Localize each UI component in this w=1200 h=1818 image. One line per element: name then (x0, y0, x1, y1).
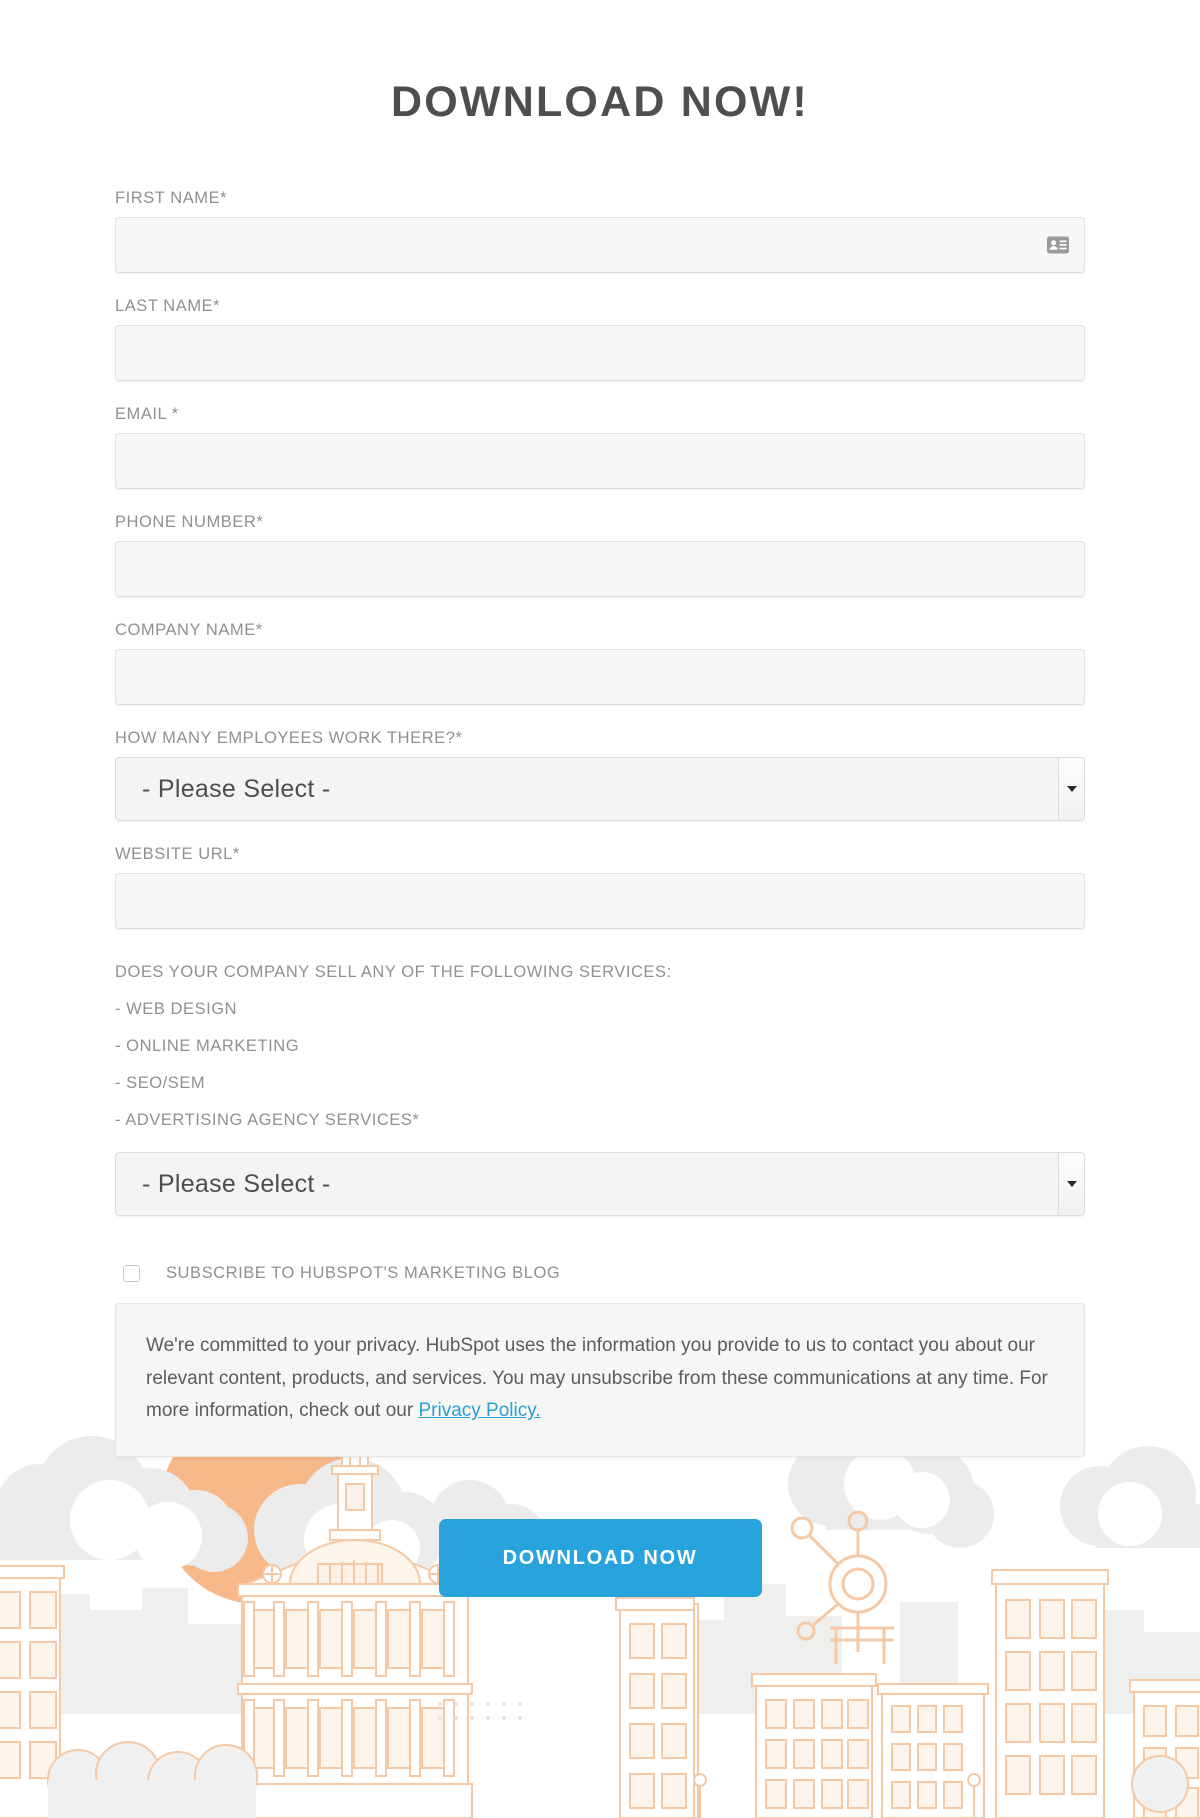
subscribe-row[interactable]: SUBSCRIBE TO HUBSPOT'S MARKETING BLOG (115, 1264, 1085, 1283)
last-name-label: LAST NAME* (115, 297, 221, 315)
email-input[interactable] (115, 433, 1085, 489)
services-select-wrap[interactable]: - Please Select - (115, 1152, 1085, 1216)
field-phone-number: PHONE NUMBER* (115, 513, 1085, 597)
left-building (0, 1565, 65, 1818)
field-employee-count: HOW MANY EMPLOYEES WORK THERE?* - Please… (115, 729, 1085, 821)
company-name-input[interactable] (115, 649, 1085, 705)
distant-skyline (30, 1584, 1200, 1714)
download-now-button[interactable]: DOWNLOAD NOW (438, 1519, 762, 1598)
company-name-label: COMPANY NAME* (115, 621, 263, 639)
services-question-block: DOES YOUR COMPANY SELL ANY OF THE FOLLOW… (115, 963, 1085, 1130)
subscribe-checkbox[interactable] (123, 1265, 140, 1282)
chevron-down-icon (1066, 786, 1077, 792)
lead-capture-form: FIRST NAME* LAST NAME* EMAIL * PHONE NUM… (115, 127, 1085, 1598)
services-select[interactable]: - Please Select - (115, 1152, 1085, 1216)
phone-number-label: PHONE NUMBER* (115, 513, 264, 531)
service-item-advertising-agency: - ADVERTISING AGENCY SERVICES* (115, 1111, 420, 1129)
field-first-name: FIRST NAME* (115, 189, 1085, 273)
phone-number-input[interactable] (115, 541, 1085, 597)
right-buildings (615, 1569, 1200, 1818)
dot-texture (438, 1702, 522, 1720)
subscribe-label: SUBSCRIBE TO HUBSPOT'S MARKETING BLOG (166, 1264, 561, 1282)
last-name-input[interactable] (115, 325, 1085, 381)
service-item-seo-sem: - SEO/SEM (115, 1074, 206, 1092)
website-url-label: WEBSITE URL* (115, 845, 240, 863)
employee-count-select[interactable]: - Please Select - (115, 757, 1085, 821)
website-url-input[interactable] (115, 873, 1085, 929)
first-name-input[interactable] (115, 217, 1085, 273)
service-item-online-marketing: - ONLINE MARKETING (115, 1037, 300, 1055)
privacy-notice-body: We're committed to your privacy. HubSpot… (146, 1335, 1048, 1422)
employee-count-select-wrap[interactable]: - Please Select - (115, 757, 1085, 821)
download-form-page: DOWNLOAD NOW! FIRST NAME* LAST NAME* EMA… (0, 0, 1200, 1598)
services-question-heading: DOES YOUR COMPANY SELL ANY OF THE FOLLOW… (115, 963, 672, 981)
field-last-name: LAST NAME* (115, 297, 1085, 381)
chevron-down-icon (1066, 1181, 1077, 1187)
privacy-notice-text: We're committed to your privacy. HubSpot… (146, 1330, 1054, 1428)
field-services-select: - Please Select - (115, 1152, 1085, 1216)
field-email: EMAIL * (115, 405, 1085, 489)
employee-count-dropdown-button[interactable] (1058, 758, 1084, 820)
first-name-input-wrap (115, 217, 1085, 273)
services-dropdown-button[interactable] (1058, 1153, 1084, 1215)
page-title: DOWNLOAD NOW! (391, 78, 809, 126)
bushes (47, 1741, 1189, 1818)
employee-count-label: HOW MANY EMPLOYEES WORK THERE?* (115, 729, 463, 747)
field-website-url: WEBSITE URL* (115, 845, 1085, 929)
submit-row: DOWNLOAD NOW (115, 1519, 1085, 1598)
field-company-name: COMPANY NAME* (115, 621, 1085, 705)
privacy-policy-link[interactable]: Privacy Policy. (418, 1400, 540, 1421)
service-item-web-design: - WEB DESIGN (115, 1000, 238, 1018)
first-name-label: FIRST NAME* (115, 189, 228, 207)
lamp-posts (693, 1773, 981, 1818)
email-label: EMAIL * (115, 405, 179, 423)
privacy-notice: We're committed to your privacy. HubSpot… (115, 1303, 1085, 1458)
